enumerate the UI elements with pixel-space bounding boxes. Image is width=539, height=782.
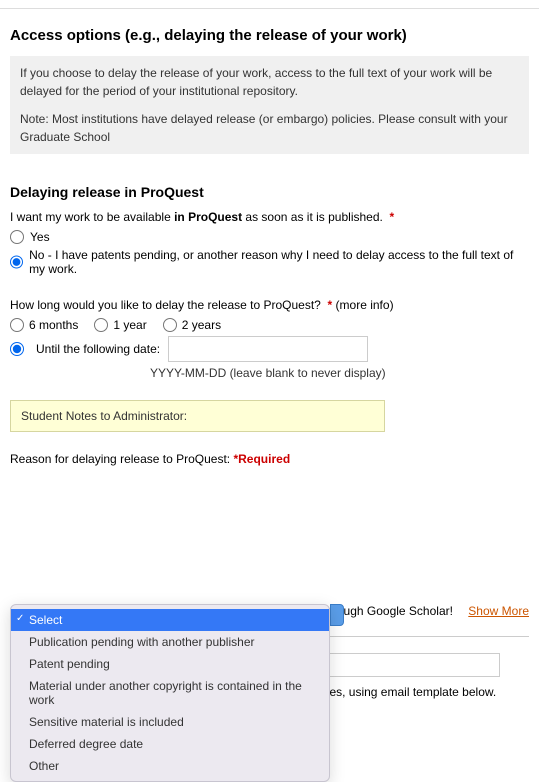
reason-label: Reason for delaying release to ProQuest:… <box>10 452 529 466</box>
until-date-input[interactable] <box>168 336 368 362</box>
reason-dropdown[interactable]: Select Publication pending with another … <box>10 604 330 782</box>
dropdown-option-deferred[interactable]: Deferred degree date <box>11 733 329 755</box>
student-notes-box: Student Notes to Administrator: <box>10 400 385 432</box>
avail-yes-label: Yes <box>30 230 50 244</box>
dropdown-option-other[interactable]: Other <box>11 755 329 777</box>
duration-until-radio[interactable] <box>10 342 24 356</box>
avail-no-radio[interactable] <box>10 255 23 269</box>
delay-heading: Delaying release in ProQuest <box>10 184 529 200</box>
delay-duration-question: How long would you like to delay the rel… <box>10 298 529 312</box>
avail-no-label: No - I have patents pending, or another … <box>29 248 529 276</box>
dropdown-option-select[interactable]: Select <box>11 609 329 631</box>
publish-question: I want my work to be available in ProQue… <box>10 210 529 224</box>
student-notes-label: Student Notes to Administrator: <box>21 409 187 423</box>
avail-yes-radio[interactable] <box>10 230 24 244</box>
duration-6m-radio[interactable] <box>10 318 24 332</box>
duration-2y-label: 2 years <box>182 318 221 332</box>
dropdown-option-patent[interactable]: Patent pending <box>11 653 329 675</box>
info-para-2: Note: Most institutions have delayed rel… <box>20 110 519 146</box>
date-format-hint: YYYY-MM-DD (leave blank to never display… <box>150 366 529 380</box>
duration-1y-radio[interactable] <box>94 318 108 332</box>
dropdown-option-sensitive[interactable]: Sensitive material is included <box>11 711 329 733</box>
access-options-heading: Access options (e.g., delaying the relea… <box>10 27 529 44</box>
duration-until-label: Until the following date: <box>36 342 160 356</box>
duration-6m-label: 6 months <box>29 318 78 332</box>
dropdown-button-edge[interactable] <box>330 604 344 626</box>
show-more-link[interactable]: Show More <box>468 604 529 618</box>
dropdown-option-publication[interactable]: Publication pending with another publish… <box>11 631 329 653</box>
info-box: If you choose to delay the release of yo… <box>10 56 529 154</box>
dropdown-option-copyright[interactable]: Material under another copyright is cont… <box>11 675 329 711</box>
info-para-1: If you choose to delay the release of yo… <box>20 64 519 100</box>
duration-1y-label: 1 year <box>113 318 146 332</box>
duration-2y-radio[interactable] <box>163 318 177 332</box>
